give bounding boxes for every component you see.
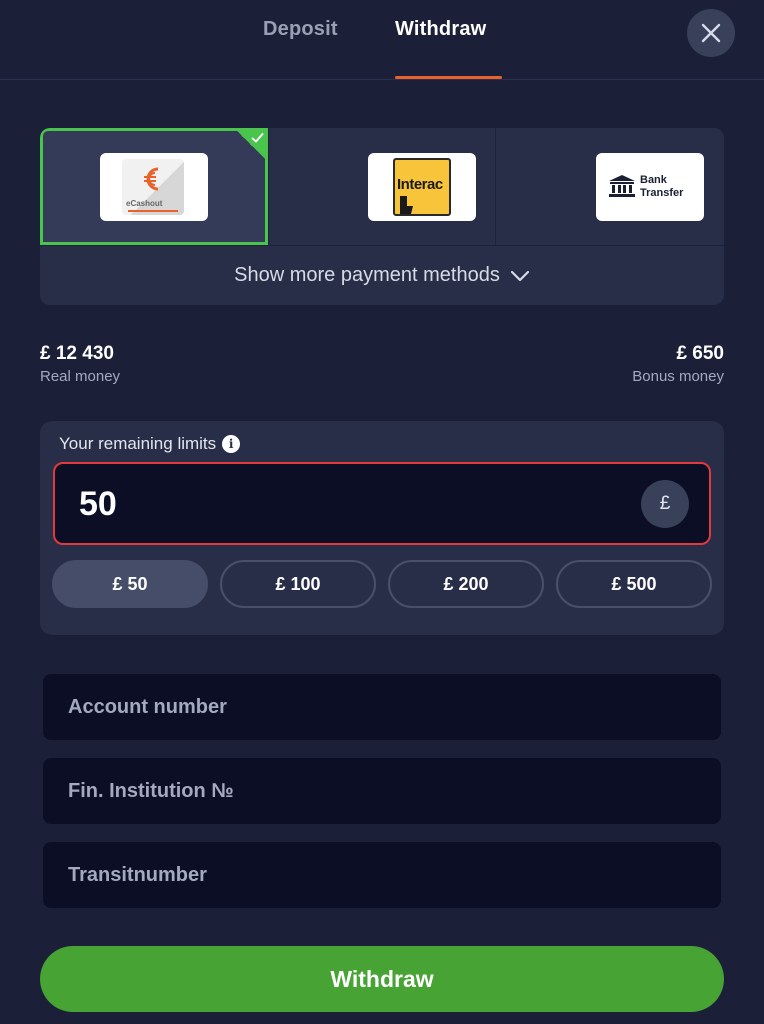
transit-number-field <box>43 842 721 908</box>
interac-logo: Interac <box>368 153 476 221</box>
quick-amount-100[interactable]: £ 100 <box>220 560 376 608</box>
show-more-label: Show more payment methods <box>234 264 500 286</box>
transit-number-input[interactable] <box>43 842 721 908</box>
quick-amount-200[interactable]: £ 200 <box>388 560 544 608</box>
chevron-down-icon <box>510 270 529 281</box>
withdraw-button[interactable]: Withdraw <box>40 946 724 1012</box>
payment-methods: eCashout Interac Bank Transfer Show more… <box>40 128 724 305</box>
payment-method-bank-transfer[interactable]: Bank Transfer <box>496 128 724 245</box>
close-button[interactable] <box>687 9 735 57</box>
bonus-money-balance: £ 650 Bonus money <box>632 343 724 385</box>
currency-button[interactable]: £ <box>641 480 689 528</box>
ecashout-logo-text: eCashout <box>126 199 163 208</box>
real-money-value: £ 12 430 <box>40 343 114 364</box>
tab-deposit[interactable]: Deposit <box>263 18 338 41</box>
limits-card: Your remaining limits i £ £ 50 £ 100 £ 2… <box>40 421 724 635</box>
payment-method-interac[interactable]: Interac <box>268 128 496 245</box>
show-more-payment-methods-button[interactable]: Show more payment methods <box>40 246 724 305</box>
interac-logo-text: Interac <box>397 176 443 193</box>
close-icon <box>701 23 721 43</box>
check-icon <box>251 132 264 143</box>
quick-amount-50[interactable]: £ 50 <box>52 560 208 608</box>
bank-transfer-logo-line1: Bank <box>640 174 667 186</box>
payment-method-ecashout[interactable]: eCashout <box>40 128 268 245</box>
quick-amount-500[interactable]: £ 500 <box>556 560 712 608</box>
bonus-money-label: Bonus money <box>632 368 724 385</box>
selected-badge <box>234 128 268 162</box>
bonus-money-value: £ 650 <box>676 343 724 364</box>
bank-transfer-logo: Bank Transfer <box>596 153 704 221</box>
account-number-input[interactable] <box>43 674 721 740</box>
active-tab-indicator <box>395 76 502 79</box>
amount-field: £ <box>53 462 711 545</box>
bank-transfer-logo-text: Bank Transfer <box>640 174 683 200</box>
real-money-label: Real money <box>40 368 121 385</box>
real-money-balance: £ 12 430 Real money <box>40 343 120 385</box>
info-icon[interactable]: i <box>222 435 241 453</box>
amount-input[interactable] <box>79 482 599 526</box>
account-number-field <box>43 674 721 740</box>
bank-icon <box>609 175 635 197</box>
limits-title: Your remaining limits i <box>59 434 241 454</box>
institution-number-input[interactable] <box>43 758 721 824</box>
tab-bar: Deposit Withdraw <box>0 0 764 80</box>
ecashout-logo: eCashout <box>100 153 208 221</box>
bank-transfer-logo-line2: Transfer <box>640 187 684 199</box>
limits-title-text: Your remaining limits <box>59 434 217 453</box>
institution-number-field <box>43 758 721 824</box>
tab-withdraw[interactable]: Withdraw <box>395 18 486 41</box>
withdraw-page: Deposit Withdraw eCashout Interac Bank T… <box>0 0 764 1024</box>
